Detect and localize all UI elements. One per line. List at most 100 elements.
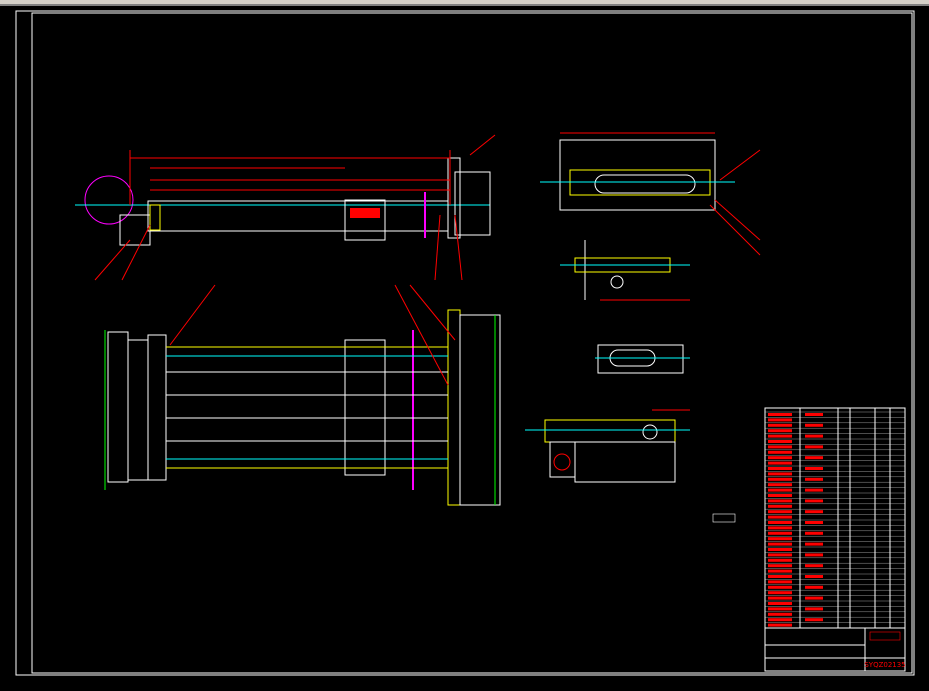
parts-row-text <box>768 558 792 562</box>
parts-row-text <box>768 580 792 584</box>
parts-row-text <box>768 515 792 519</box>
detail-leader-2 <box>714 199 761 241</box>
parts-row-text <box>768 591 792 595</box>
parts-row-text <box>768 461 792 465</box>
cad-drawing-canvas[interactable]: SYQZ02135 <box>0 6 929 687</box>
parts-row-text <box>768 440 792 443</box>
parts-row-text <box>768 602 792 605</box>
plan-left-end <box>147 334 167 481</box>
bracket-top-bar <box>544 419 676 443</box>
plan-view <box>104 284 501 506</box>
parts-row-text <box>768 413 792 416</box>
parts-row-text <box>768 434 792 438</box>
parts-row-text <box>768 456 792 460</box>
parts-row-text <box>805 413 823 416</box>
parts-row-text <box>805 434 823 438</box>
parts-row-text <box>805 618 823 622</box>
mid-pin <box>610 275 624 289</box>
parts-row-text <box>768 477 792 481</box>
plan-right-housing <box>459 314 501 506</box>
parts-row-text <box>768 548 792 551</box>
mid-carriage <box>344 199 386 241</box>
plan-leader-2 <box>394 284 449 386</box>
parts-row-text <box>805 564 823 568</box>
leader-3 <box>434 214 441 281</box>
parts-row-text <box>768 445 792 449</box>
parts-row-text <box>805 445 823 449</box>
parts-row-text <box>768 564 792 568</box>
parts-row-text <box>805 585 823 589</box>
parts-row-text <box>768 612 792 616</box>
plan-left-frame <box>107 331 129 483</box>
parts-row-text <box>805 542 823 546</box>
drawing-number: SYQZ02135 <box>864 661 905 669</box>
parts-row-text <box>805 499 823 503</box>
parts-row-text <box>768 488 792 492</box>
parts-row-text <box>768 494 792 497</box>
parts-row-text <box>768 553 792 557</box>
bracket-body <box>574 441 676 483</box>
detail-leader-1 <box>719 149 761 181</box>
parts-list-rows <box>765 411 905 627</box>
parts-row-text <box>768 450 792 454</box>
title-block: SYQZ02135 <box>764 627 906 672</box>
plan-left-block <box>127 339 149 481</box>
left-clamp <box>149 204 161 231</box>
parts-row-text <box>768 618 792 622</box>
parts-row-text <box>768 418 792 422</box>
parts-row-text <box>805 488 823 492</box>
parts-row-text <box>768 623 792 627</box>
detail-view-mid-right <box>560 240 690 301</box>
parts-row-text <box>768 429 792 433</box>
parts-row-text <box>768 585 792 589</box>
parts-row-text <box>805 575 823 578</box>
parts-row-text <box>768 537 792 541</box>
bracket-pin <box>642 424 658 440</box>
parts-row-text <box>768 499 792 503</box>
bracket-detail <box>525 409 690 483</box>
parts-row-text <box>768 607 792 611</box>
parts-row-text <box>805 467 823 470</box>
parts-row-text <box>768 575 792 578</box>
parts-row-text <box>768 521 792 524</box>
parts-row-text <box>768 526 792 530</box>
parts-row-text <box>768 531 792 535</box>
leader-5 <box>469 134 496 156</box>
parts-row-text <box>768 423 792 427</box>
detail-slot <box>594 174 696 194</box>
left-bracket <box>119 214 151 246</box>
parts-row-text <box>768 596 792 600</box>
parts-row-text <box>805 510 823 514</box>
parts-list-table <box>764 407 906 629</box>
parts-row-text <box>768 510 792 514</box>
detail-view-top-right <box>540 132 761 256</box>
plan-leader-1 <box>169 284 216 346</box>
parts-row-text <box>805 531 823 535</box>
mid-carriage-red-block <box>350 208 380 218</box>
technical-note <box>712 513 736 523</box>
drive-wheel-circle <box>84 175 134 225</box>
parts-row-text <box>805 553 823 557</box>
bracket-foot <box>549 441 576 478</box>
cad-drawing-svg: SYQZ02135 <box>15 10 915 676</box>
side-elevation-view <box>75 134 496 281</box>
parts-row-text <box>768 483 792 487</box>
slot-detail <box>595 344 690 374</box>
parts-row-text <box>768 569 792 573</box>
parts-row-text <box>768 467 792 470</box>
parts-row-text <box>768 504 792 508</box>
detail-leader-3 <box>709 204 761 256</box>
title-block-name <box>869 631 901 641</box>
parts-row-text <box>768 472 792 476</box>
slot-detail-outline <box>597 344 684 374</box>
parts-row-text <box>805 596 823 600</box>
parts-row-text <box>805 607 823 611</box>
parts-row-text <box>805 423 823 427</box>
parts-row-text <box>805 456 823 460</box>
parts-row-text <box>805 477 823 481</box>
parts-row-text <box>805 521 823 524</box>
leader-4 <box>454 214 463 281</box>
plan-carriage <box>344 339 386 476</box>
bracket-hole <box>553 453 571 471</box>
parts-row-text <box>768 542 792 546</box>
